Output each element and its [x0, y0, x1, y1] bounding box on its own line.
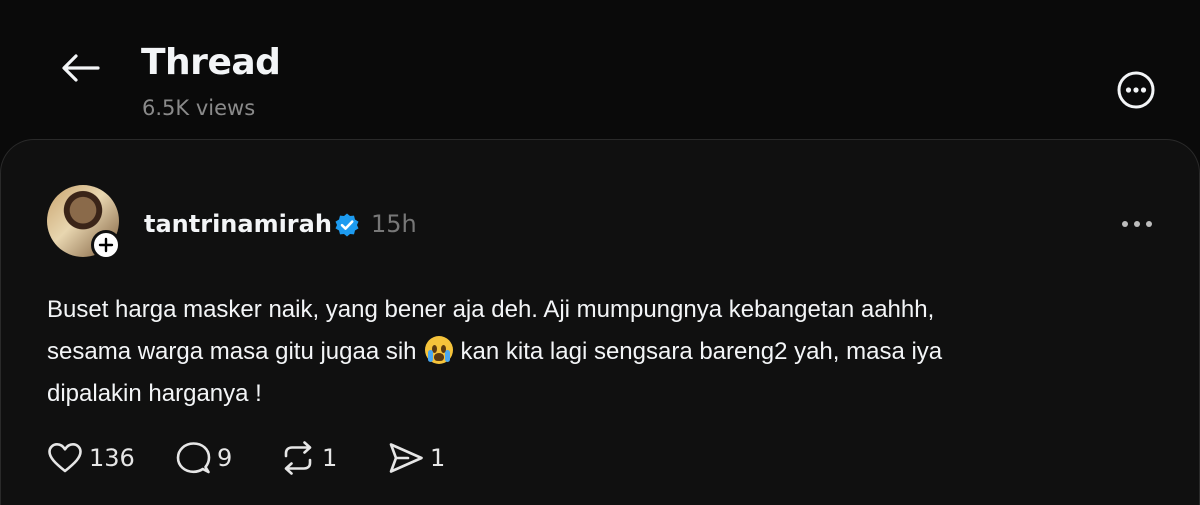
plus-icon — [98, 237, 114, 253]
post-card: tantrinamirah 15h Buset harga masker nai… — [0, 139, 1200, 505]
crying-face-emoji — [424, 336, 453, 364]
send-icon — [389, 443, 423, 473]
post-actions: 136 9 1 1 — [47, 440, 468, 476]
share-button[interactable]: 1 — [388, 441, 468, 475]
post-text: Buset harga masker naik, yang bener aja … — [47, 289, 1167, 415]
repost-button[interactable]: 1 — [280, 441, 388, 475]
page-title: Thread — [141, 42, 281, 83]
share-count: 1 — [430, 444, 446, 472]
repost-icon — [284, 441, 312, 475]
post-timestamp[interactable]: 15h — [371, 210, 417, 238]
heart-icon — [48, 443, 82, 473]
post-menu-button[interactable] — [1115, 214, 1159, 234]
more-circle-icon — [1117, 71, 1155, 109]
reply-count: 9 — [217, 444, 233, 472]
comment-icon — [176, 442, 211, 474]
avatar-container[interactable] — [47, 185, 123, 261]
view-count: 6.5K views — [142, 96, 256, 120]
repost-count: 1 — [322, 444, 338, 472]
post-text-segment: sesama warga masa gitu jugaa sih — [47, 338, 417, 365]
follow-button[interactable] — [91, 230, 121, 260]
post-text-line: sesama warga masa gitu jugaa sih kan kita… — [47, 331, 1167, 373]
post-text-segment: kan kita lagi sengsara bareng2 yah, masa… — [460, 338, 943, 365]
back-button[interactable] — [58, 48, 102, 88]
post-text-line: Buset harga masker naik, yang bener aja … — [47, 296, 935, 323]
thread-page: Thread 6.5K views tantrinamirah 15h Buse… — [0, 0, 1200, 505]
like-count: 136 — [89, 444, 135, 472]
thread-more-button[interactable] — [1114, 68, 1158, 112]
ellipsis-icon — [1122, 221, 1152, 227]
reply-button[interactable]: 9 — [175, 441, 280, 475]
back-arrow-icon — [62, 54, 100, 82]
verified-badge-icon — [335, 213, 359, 237]
like-button[interactable]: 136 — [47, 442, 175, 474]
post-username[interactable]: tantrinamirah — [144, 210, 332, 238]
post-text-line: dipalakin harganya ! — [47, 380, 262, 407]
